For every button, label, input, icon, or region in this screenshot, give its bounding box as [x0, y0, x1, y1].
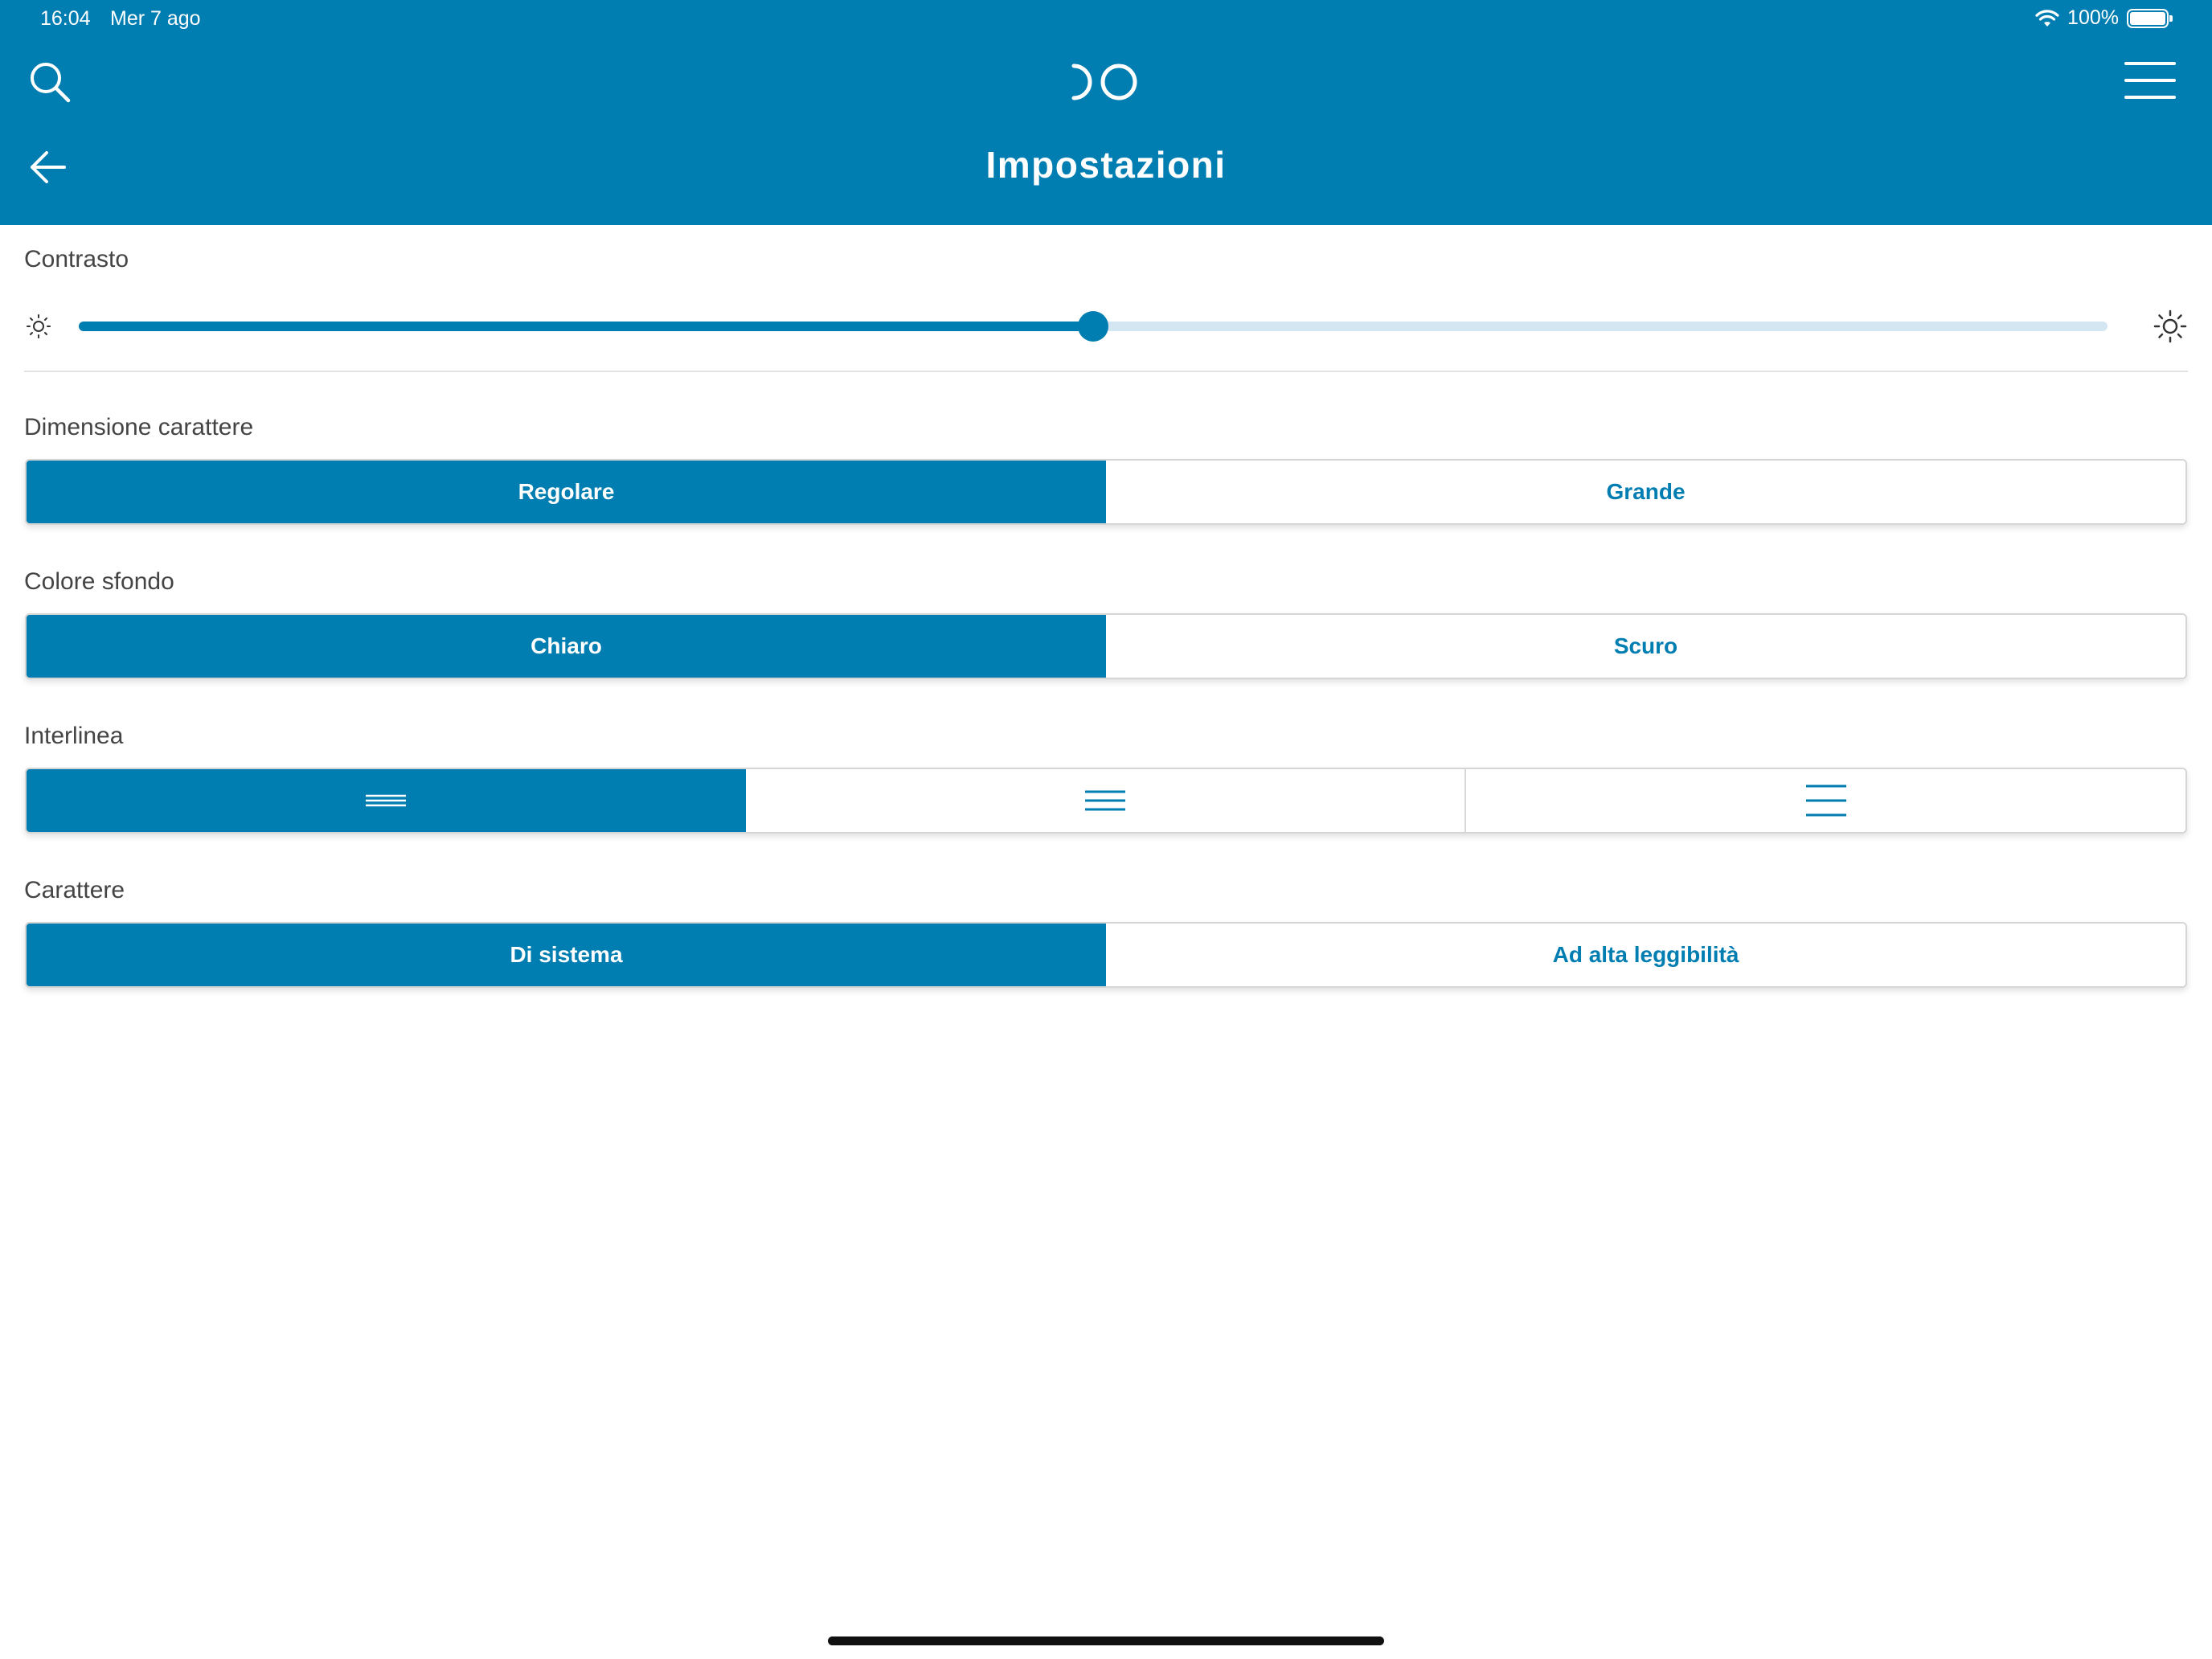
line-spacing-label: Interlinea [24, 723, 124, 749]
font-size-segmented-control: Regolare Grande [25, 459, 2187, 525]
background-dark-option[interactable]: Scuro [1106, 615, 2185, 678]
line-spacing-wide-option[interactable] [1464, 769, 2185, 832]
status-bar: 16:04 Mer 7 ago 100% [0, 0, 2212, 39]
app-header: 16:04 Mer 7 ago 100% Impostazioni [0, 0, 2212, 225]
status-date: Mer 7 ago [110, 7, 201, 30]
app-logo [1071, 63, 1137, 100]
line-spacing-narrow-option[interactable] [27, 769, 746, 832]
font-size-large-option[interactable]: Grande [1106, 461, 2185, 523]
battery-icon [2127, 8, 2173, 28]
wifi-icon [2035, 9, 2059, 27]
search-button[interactable] [24, 56, 76, 108]
line-spacing-medium-icon [1085, 790, 1125, 811]
typeface-segmented-control: Di sistema Ad alta leggibilità [25, 922, 2187, 988]
typeface-system-option[interactable]: Di sistema [27, 924, 1106, 986]
contrast-slider-fill [79, 322, 1093, 331]
background-light-option[interactable]: Chiaro [27, 615, 1106, 678]
line-spacing-wide-icon [1805, 784, 1846, 817]
line-spacing-medium-option[interactable] [745, 769, 1465, 832]
sun-small-icon [27, 314, 51, 338]
status-indicators: 100% [2035, 6, 2173, 30]
typeface-label: Carattere [24, 877, 125, 903]
battery-percentage: 100% [2067, 6, 2119, 29]
background-color-segmented-control: Chiaro Scuro [25, 613, 2187, 679]
home-indicator [828, 1636, 1384, 1645]
background-color-label: Colore sfondo [24, 568, 174, 595]
contrast-slider[interactable] [24, 305, 2188, 346]
header-wave-edge [0, 193, 2212, 223]
line-spacing-segmented-control [25, 768, 2187, 834]
hamburger-menu-icon [2124, 62, 2176, 99]
contrast-slider-thumb[interactable] [1078, 311, 1108, 342]
font-size-label: Dimensione carattere [24, 414, 254, 440]
menu-button[interactable] [2122, 56, 2178, 104]
section-divider [24, 371, 2188, 372]
status-time: 16:04 [40, 7, 91, 30]
line-spacing-narrow-icon [366, 794, 407, 807]
contrast-label: Contrasto [24, 246, 129, 272]
contrast-slider-track[interactable] [79, 311, 2108, 342]
page-title: Impostazioni [985, 144, 1227, 186]
search-icon [31, 63, 71, 103]
font-size-regular-option[interactable]: Regolare [27, 461, 1106, 523]
typeface-high-legibility-option[interactable]: Ad alta leggibilità [1106, 924, 2185, 986]
sun-large-icon [2153, 309, 2187, 343]
